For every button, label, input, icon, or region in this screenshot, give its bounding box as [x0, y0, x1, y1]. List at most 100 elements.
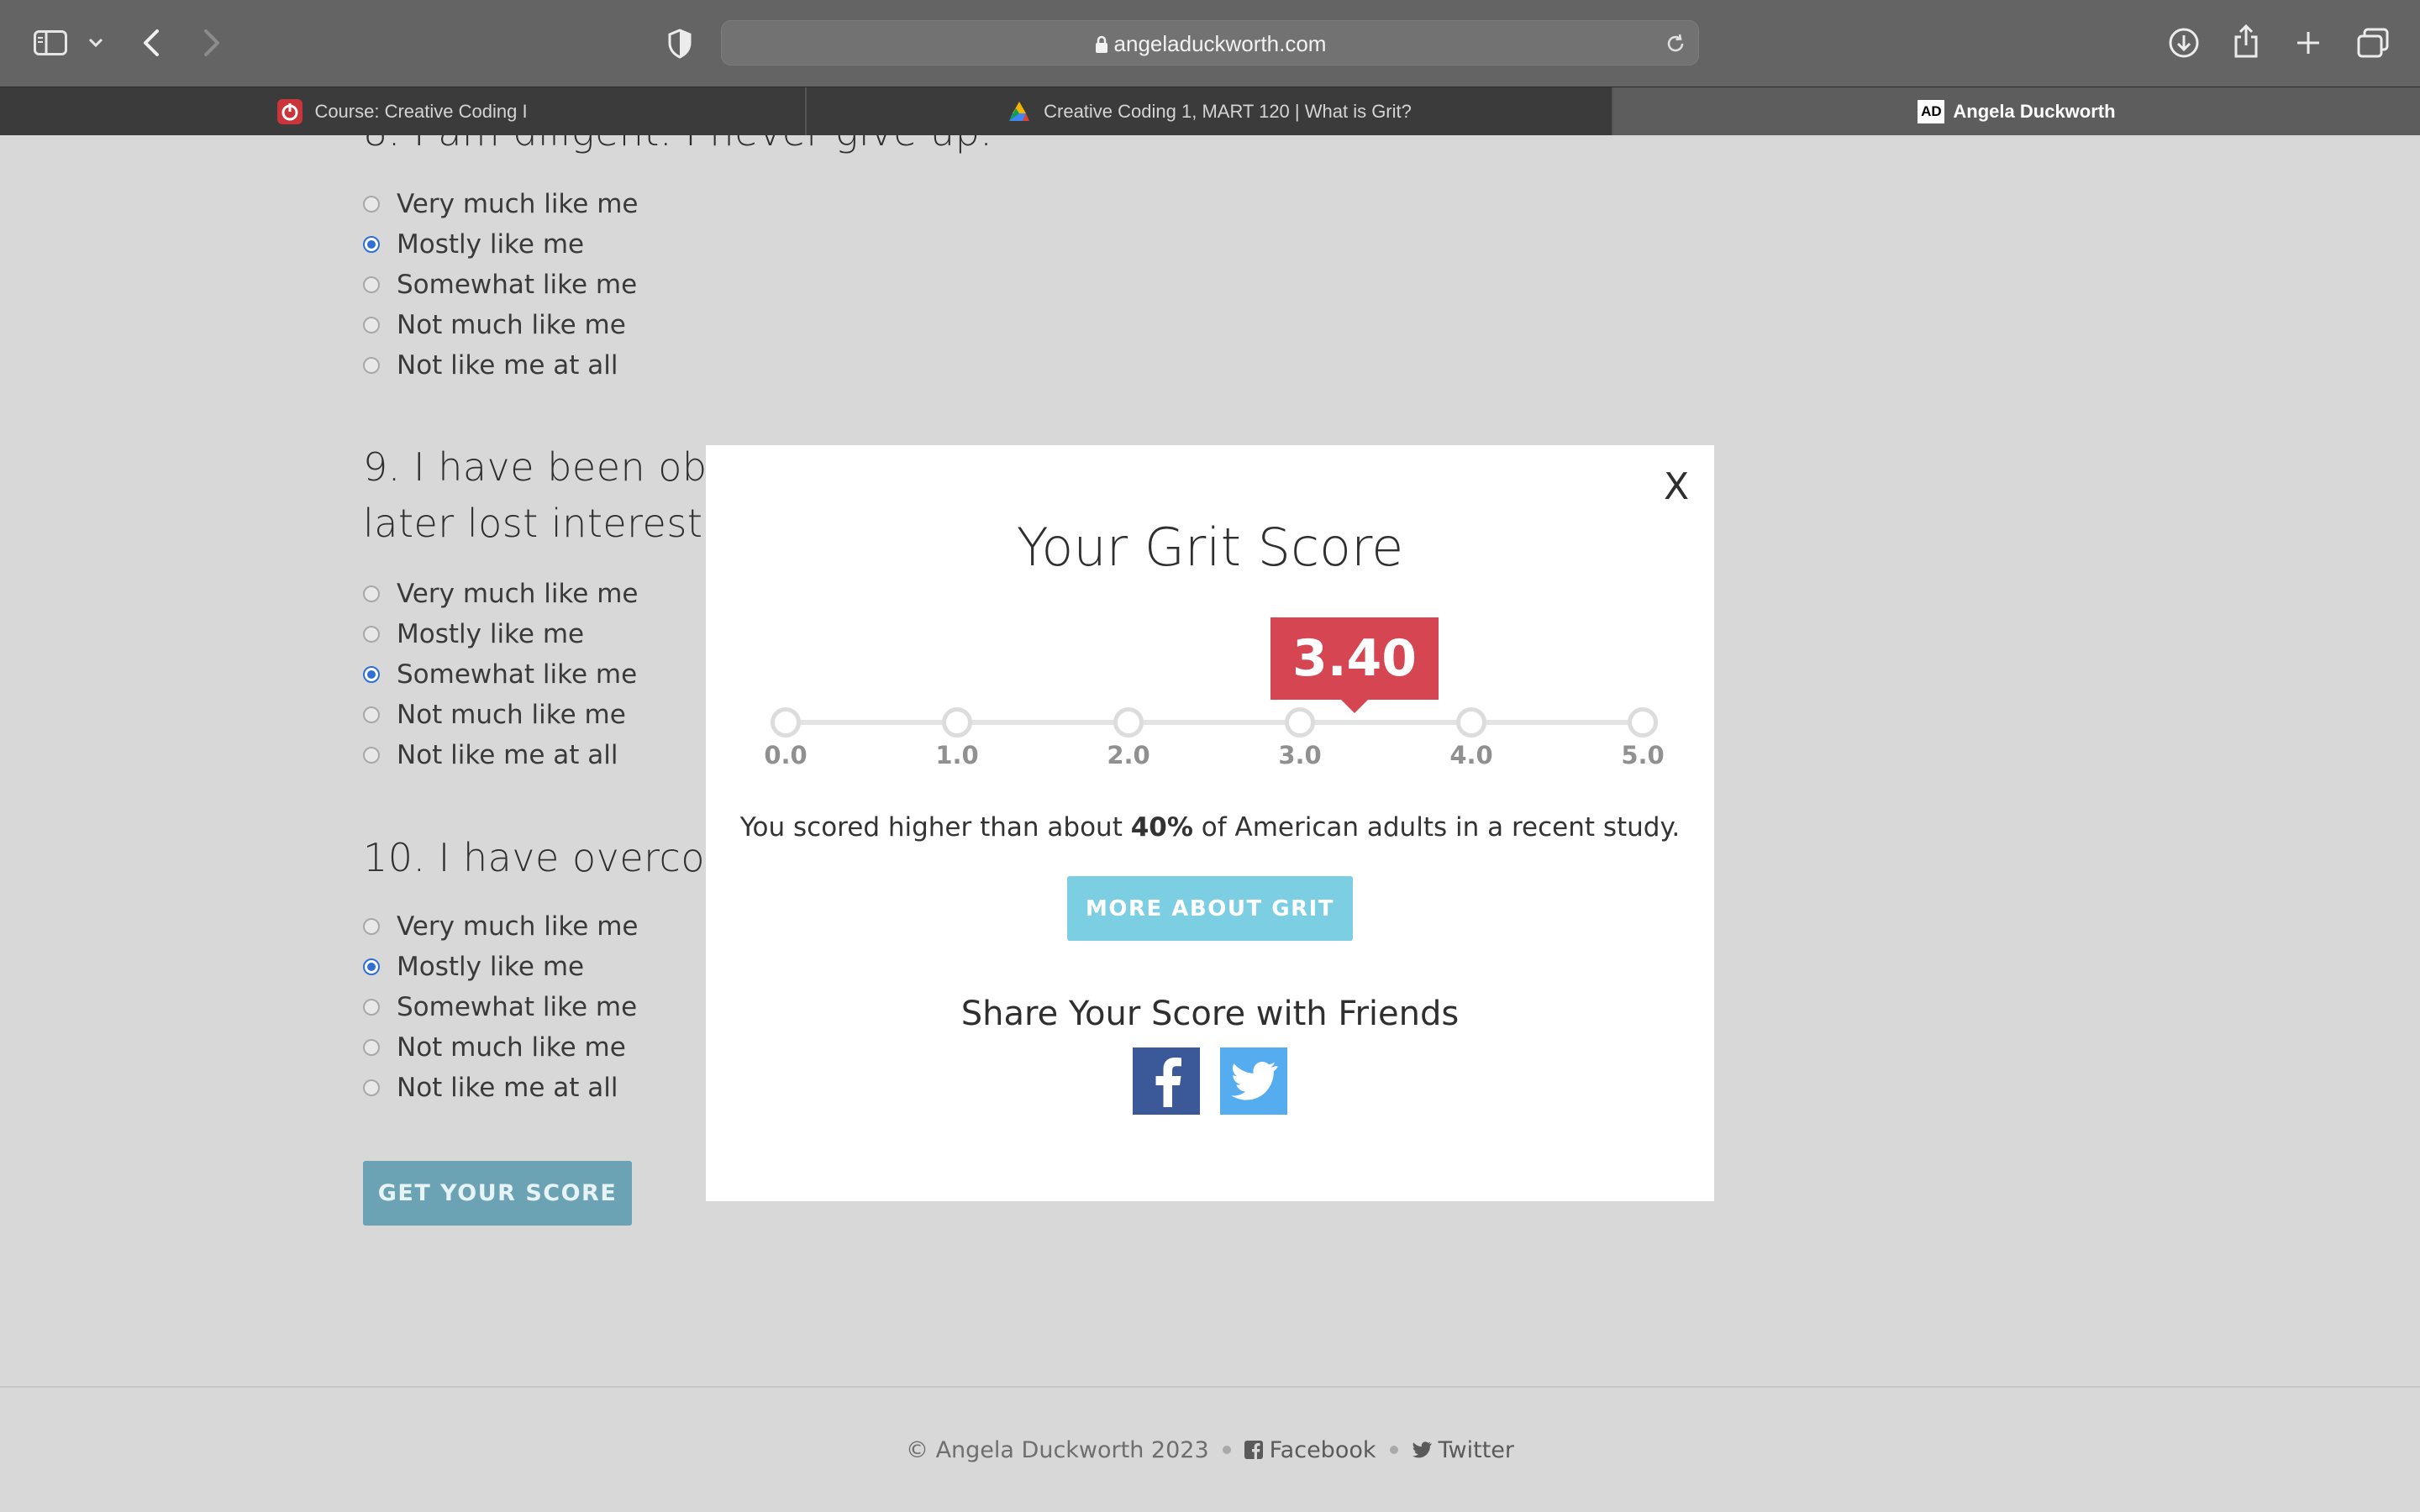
download-icon[interactable] [2168, 27, 2200, 59]
q10-option-not-much[interactable]: Not much like me [363, 1027, 626, 1068]
footer: © Angela Duckworth 2023 Facebook Twitter [0, 1433, 2420, 1467]
reload-icon[interactable] [1665, 33, 1686, 55]
get-your-score-button[interactable]: GET YOUR SCORE [363, 1161, 632, 1226]
scale-node-3 [1285, 707, 1315, 738]
q9-option-very-much[interactable]: Very much like me [363, 574, 638, 614]
radio-button[interactable] [363, 626, 380, 643]
option-label: Mostly like me [397, 229, 585, 260]
question-8-heading: 8. I am diligent. I never give up. [363, 135, 992, 160]
tab-bar: Course: Creative Coding I Creative Codin… [0, 87, 2420, 136]
browser-toolbar: angeladuckworth.com [0, 0, 2420, 87]
footer-facebook-link[interactable]: Facebook [1244, 1437, 1376, 1463]
tab-angela-duckworth[interactable]: AD Angela Duckworth [1613, 87, 2420, 136]
q9-option-mostly[interactable]: Mostly like me [363, 614, 584, 654]
radio-button[interactable] [363, 357, 380, 374]
scale-tick-label: 0.0 [764, 741, 808, 769]
scale-tick-label: 1.0 [935, 741, 979, 769]
share-facebook-button[interactable] [1133, 1047, 1200, 1115]
option-label: Not like me at all [397, 350, 618, 381]
scale-tick-label: 3.0 [1278, 741, 1322, 769]
option-label: Somewhat like me [397, 992, 638, 1022]
scale-tick-label: 2.0 [1107, 741, 1150, 769]
twitter-icon [1412, 1441, 1432, 1458]
tab-overview-icon[interactable] [2356, 27, 2390, 59]
facebook-link-label: Facebook [1269, 1436, 1376, 1463]
option-label: Not much like me [397, 1032, 626, 1063]
footer-divider [0, 1386, 2420, 1388]
radio-button[interactable] [363, 1039, 380, 1056]
back-arrow-icon[interactable] [141, 29, 161, 57]
q9-option-not-much[interactable]: Not much like me [363, 695, 626, 735]
grit-score-modal: X Your Grit Score 0.0 1.0 2.0 3.0 4.0 5.… [706, 445, 1714, 1201]
option-label: Not like me at all [397, 1073, 618, 1103]
scale-track [786, 720, 1643, 725]
footer-twitter-link[interactable]: Twitter [1412, 1436, 1515, 1463]
q9-option-not-at-all[interactable]: Not like me at all [363, 735, 618, 775]
tab-what-is-grit[interactable]: Creative Coding 1, MART 120 | What is Gr… [807, 87, 1613, 136]
radio-button[interactable] [363, 1079, 380, 1096]
twitter-icon [1231, 1062, 1278, 1100]
q8-option-not-much[interactable]: Not much like me [363, 305, 626, 345]
radio-button[interactable] [363, 317, 380, 333]
q10-option-not-at-all[interactable]: Not like me at all [363, 1068, 618, 1108]
scale-node-2 [1113, 707, 1144, 738]
lock-icon [1095, 35, 1107, 53]
option-label: Somewhat like me [397, 659, 638, 690]
radio-button[interactable] [363, 276, 380, 293]
power-favicon-icon [277, 99, 303, 124]
copyright-text: © Angela Duckworth 2023 [906, 1436, 1209, 1463]
q10-option-very-much[interactable]: Very much like me [363, 906, 638, 947]
q10-option-mostly[interactable]: Mostly like me [363, 947, 584, 987]
tab-label: Course: Creative Coding I [314, 101, 528, 122]
option-label: Mostly like me [397, 619, 585, 649]
share-title: Share Your Score with Friends [960, 995, 1460, 1033]
tab-label: Creative Coding 1, MART 120 | What is Gr… [1044, 101, 1412, 122]
percentile-suffix: of American adults in a recent study. [1192, 812, 1681, 843]
percentile-value: 40% [1130, 812, 1193, 843]
scale-tick-label: 4.0 [1449, 741, 1493, 769]
option-label: Very much like me [397, 189, 639, 219]
option-label: Very much like me [397, 911, 639, 942]
address-bar[interactable]: angeladuckworth.com [721, 20, 1699, 66]
radio-button[interactable] [363, 706, 380, 723]
q9-option-somewhat[interactable]: Somewhat like me [363, 654, 637, 695]
shield-icon[interactable] [667, 29, 692, 59]
question-9-heading-line1: 9. I have been obse [363, 444, 752, 490]
share-twitter-button[interactable] [1220, 1047, 1287, 1115]
q8-option-mostly[interactable]: Mostly like me [363, 224, 584, 265]
radio-button-selected[interactable] [363, 236, 380, 253]
q8-option-somewhat[interactable]: Somewhat like me [363, 265, 637, 305]
share-icon[interactable] [2232, 24, 2260, 59]
scale-node-1 [942, 707, 972, 738]
option-label: Not much like me [397, 700, 626, 730]
question-9-heading-line2: later lost interest. [363, 501, 716, 546]
q10-option-somewhat[interactable]: Somewhat like me [363, 987, 637, 1027]
sidebar-icon[interactable] [34, 30, 67, 55]
address-text[interactable]: angeladuckworth.com [722, 21, 1698, 66]
radio-button[interactable] [363, 747, 380, 764]
radio-button[interactable] [363, 918, 380, 935]
google-drive-favicon-icon [1009, 102, 1030, 121]
facebook-icon [1244, 1441, 1263, 1459]
radio-button[interactable] [363, 196, 380, 213]
scale-node-5 [1628, 707, 1658, 738]
radio-button[interactable] [363, 585, 380, 602]
q8-option-very-much[interactable]: Very much like me [363, 184, 638, 224]
forward-arrow-icon[interactable] [202, 29, 222, 57]
option-label: Mostly like me [397, 952, 585, 982]
radio-button-selected[interactable] [363, 958, 380, 975]
radio-button-selected[interactable] [363, 666, 380, 683]
tab-label: Angela Duckworth [1953, 101, 2116, 122]
score-scale: 0.0 1.0 2.0 3.0 4.0 5.0 3.40 [706, 445, 1714, 781]
q8-option-not-at-all[interactable]: Not like me at all [363, 345, 618, 386]
tab-course-creative-coding[interactable]: Course: Creative Coding I [0, 87, 807, 136]
twitter-link-label: Twitter [1438, 1436, 1515, 1463]
option-label: Not like me at all [397, 740, 618, 770]
url-text: angeladuckworth.com [1113, 31, 1327, 56]
separator-dot [1222, 1446, 1231, 1454]
radio-button[interactable] [363, 999, 380, 1016]
new-tab-icon[interactable] [2294, 29, 2323, 57]
chevron-down-icon[interactable] [87, 37, 104, 49]
ad-favicon-icon: AD [1918, 100, 1945, 123]
more-about-grit-button[interactable]: MORE ABOUT GRIT [1067, 876, 1353, 941]
